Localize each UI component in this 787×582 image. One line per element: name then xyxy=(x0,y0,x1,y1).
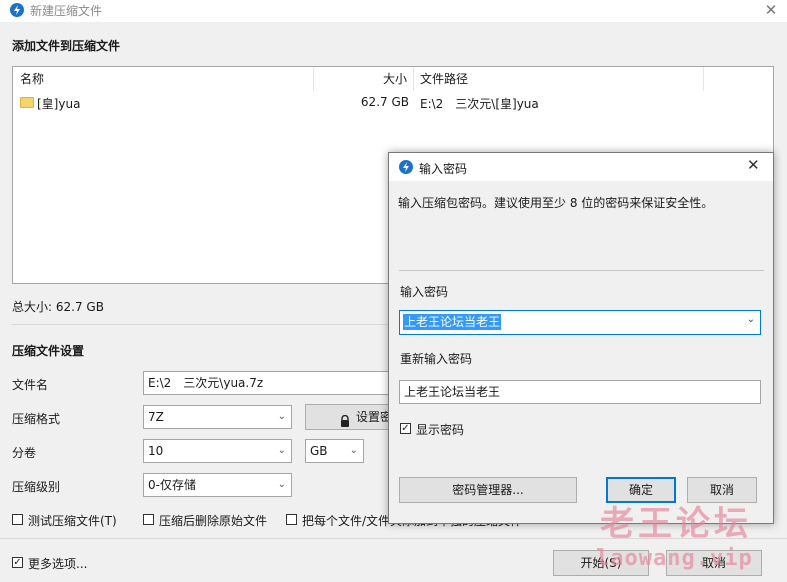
watermark-url: laowang.vip xyxy=(596,546,753,571)
dialog-hint: 输入压缩包密码。建议使用至少 8 位的密码来保证安全性。 xyxy=(398,196,714,210)
more-options-label: 更多选项... xyxy=(28,557,88,571)
delete-original-label: 压缩后删除原始文件 xyxy=(159,514,268,528)
window-title: 新建压缩文件 xyxy=(30,4,103,18)
password-manager-button[interactable]: 密码管理器... xyxy=(399,477,577,503)
split-size-value: 10 xyxy=(148,444,164,458)
app-logo-icon xyxy=(10,3,24,17)
password-input[interactable]: 上老王论坛当老王 ⌄ xyxy=(399,310,761,335)
level-value: 0-仅存储 xyxy=(148,478,196,492)
set-password-button[interactable]: 设置密码 xyxy=(305,404,389,430)
chevron-down-icon[interactable]: ⌄ xyxy=(747,314,755,325)
divider xyxy=(399,270,764,271)
row-size: 62.7 GB xyxy=(360,95,409,109)
watermark-logo: 老王论坛 xyxy=(600,504,752,544)
split-unit-value: GB xyxy=(310,444,328,458)
level-select[interactable]: 0-仅存储 ⌄ xyxy=(143,473,292,497)
password-dialog: 输入密码 ✕ 输入压缩包密码。建议使用至少 8 位的密码来保证安全性。 输入密码… xyxy=(388,152,774,524)
column-divider[interactable] xyxy=(703,67,704,91)
table-row[interactable]: [皇]yua 62.7 GB E:\2 三次元\[皇]yua xyxy=(13,92,773,114)
filename-input[interactable]: E:\2 三次元\yua.7z xyxy=(143,371,389,395)
chevron-down-icon: ⌄ xyxy=(277,445,286,456)
split-size-select[interactable]: 10 ⌄ xyxy=(143,439,292,463)
total-size: 总大小: 62.7 GB xyxy=(12,300,104,314)
test-archive-label: 测试压缩文件(T) xyxy=(28,514,117,528)
more-options-checkbox[interactable]: ✓ xyxy=(12,557,23,568)
delete-original-checkbox[interactable] xyxy=(143,514,154,525)
column-divider[interactable] xyxy=(413,67,414,91)
format-select[interactable]: 7Z ⌄ xyxy=(143,405,292,429)
column-header-size[interactable]: 大小 xyxy=(383,67,407,91)
chevron-down-icon: ⌄ xyxy=(277,411,286,422)
separate-archives-checkbox[interactable] xyxy=(286,514,297,525)
column-header-path[interactable]: 文件路径 xyxy=(420,67,468,91)
password-label: 输入密码 xyxy=(400,285,449,299)
folder-icon xyxy=(20,97,34,108)
reenter-password-label: 重新输入密码 xyxy=(400,352,473,366)
test-archive-checkbox[interactable] xyxy=(12,514,23,525)
settings-heading: 压缩文件设置 xyxy=(12,344,85,358)
close-icon[interactable]: ✕ xyxy=(747,156,760,174)
chevron-down-icon: ⌄ xyxy=(349,445,358,456)
level-label: 压缩级别 xyxy=(12,480,61,494)
filename-label: 文件名 xyxy=(12,378,49,392)
row-path: E:\2 三次元\[皇]yua xyxy=(420,97,539,111)
dialog-title: 输入密码 xyxy=(419,162,468,176)
format-value: 7Z xyxy=(148,410,164,424)
lock-icon xyxy=(340,411,350,427)
close-icon[interactable]: ✕ xyxy=(760,0,782,22)
add-files-heading: 添加文件到压缩文件 xyxy=(12,39,121,53)
password-value: 上老王论坛当老王 xyxy=(403,314,502,330)
app-logo-icon xyxy=(399,160,413,174)
split-unit-select[interactable]: GB ⌄ xyxy=(305,439,364,463)
row-name: [皇]yua xyxy=(37,97,81,111)
main-title-bar xyxy=(0,0,787,22)
show-password-checkbox[interactable]: ✓ xyxy=(400,423,411,434)
column-divider[interactable] xyxy=(313,67,314,91)
chevron-down-icon: ⌄ xyxy=(277,479,286,490)
show-password-label: 显示密码 xyxy=(416,423,465,437)
set-password-label: 设置密码 xyxy=(356,410,388,424)
split-label: 分卷 xyxy=(12,446,37,460)
reenter-password-input[interactable]: 上老王论坛当老王 xyxy=(399,380,761,404)
column-header-name[interactable]: 名称 xyxy=(20,67,44,91)
format-label: 压缩格式 xyxy=(12,412,61,426)
